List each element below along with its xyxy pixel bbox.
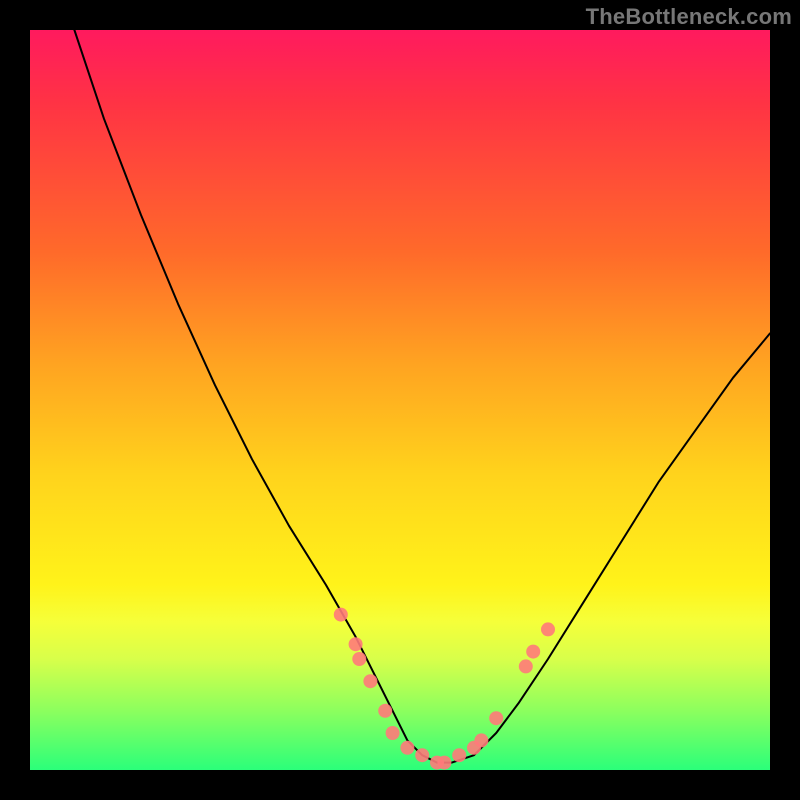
data-marker [415, 748, 429, 762]
data-marker [334, 608, 348, 622]
data-marker [352, 652, 366, 666]
data-marker [541, 622, 555, 636]
chart-frame: TheBottleneck.com [0, 0, 800, 800]
data-marker [526, 645, 540, 659]
data-marker [378, 704, 392, 718]
data-marker [452, 748, 466, 762]
plot-area [30, 30, 770, 770]
data-marker [349, 637, 363, 651]
data-marker [386, 726, 400, 740]
bottleneck-curve [74, 30, 770, 763]
chart-svg [30, 30, 770, 770]
data-marker [363, 674, 377, 688]
watermark-text: TheBottleneck.com [586, 4, 792, 30]
data-marker [400, 741, 414, 755]
data-marker [474, 733, 488, 747]
data-marker [519, 659, 533, 673]
data-marker [437, 756, 451, 770]
data-marker [489, 711, 503, 725]
